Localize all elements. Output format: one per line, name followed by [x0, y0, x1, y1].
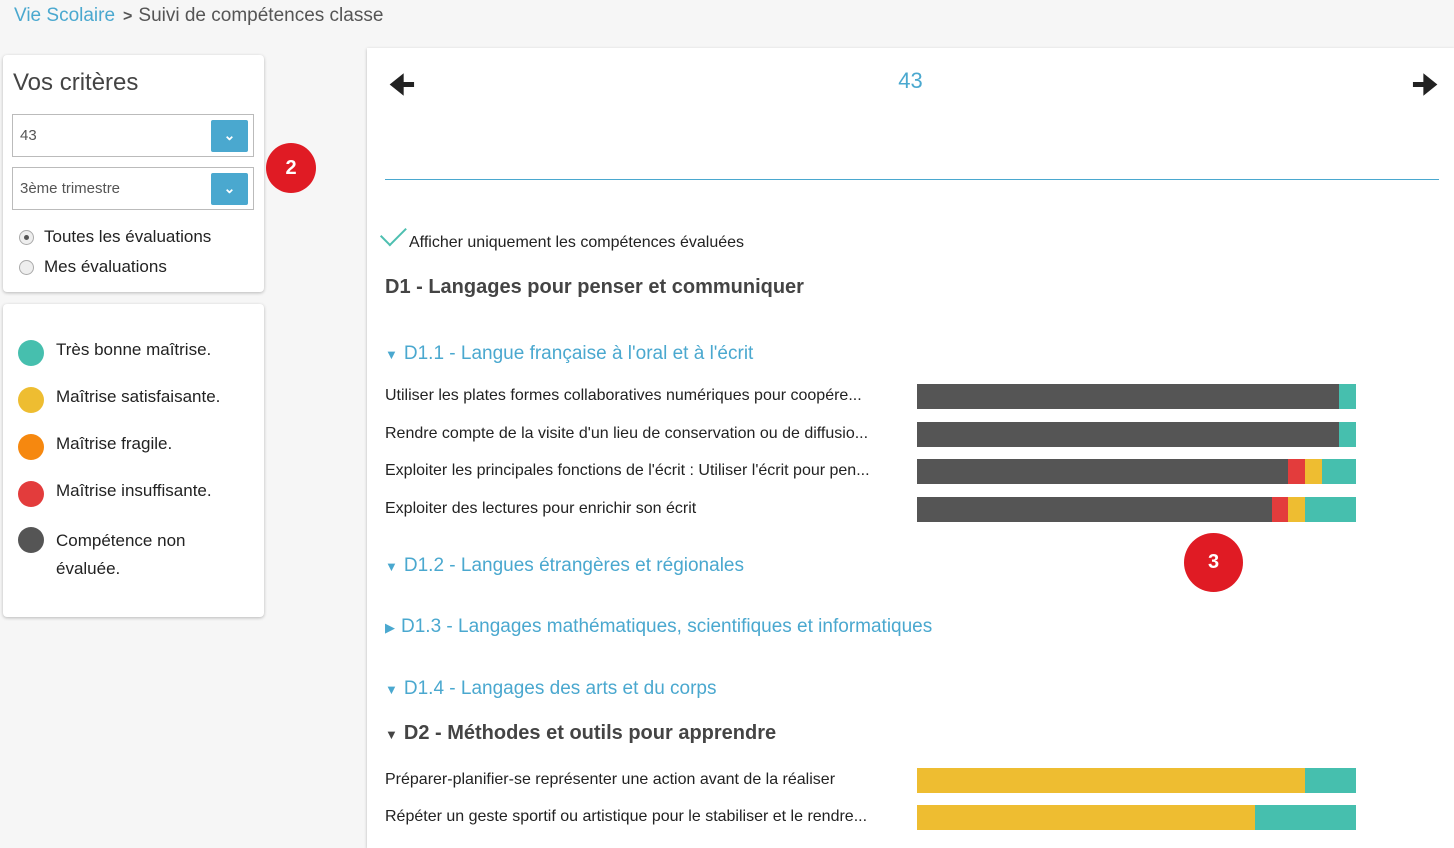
bar-segment-non	[917, 384, 1340, 409]
caret-down-icon: ▼	[385, 347, 398, 362]
bar-segment-tres	[1305, 496, 1356, 522]
checkmark-icon	[379, 219, 407, 247]
caret-down-icon: ▼	[385, 559, 398, 574]
bar-segment-insuf	[1288, 459, 1306, 484]
bar-segment-tres	[1322, 459, 1356, 484]
legend-label: Maîtrise fragile.	[56, 434, 173, 453]
competence-bar[interactable]	[917, 768, 1356, 793]
legend-item: Maîtrise insuffisante.	[18, 481, 212, 507]
subdomain-label: D1.3 - Langages mathématiques, scientifi…	[401, 616, 933, 637]
grey-dot-icon	[18, 527, 44, 553]
criteria-panel: Vos critères 43 ⌄ 3ème trimestre ⌄ Toutes …	[3, 55, 264, 292]
filter-label: Afficher uniquement les compétences éval…	[409, 234, 745, 251]
breadcrumb-current: Suivi de compétences classe	[138, 5, 384, 26]
bar-segment-tres	[1305, 768, 1356, 793]
bar-segment-non	[917, 496, 1272, 522]
legend-item: Compétence non évaluée.	[18, 527, 218, 583]
class-select[interactable]: 43 ⌄	[12, 114, 254, 157]
subdomain-toggle[interactable]: ▼ D1.2 - Langues étrangères et régionales	[385, 555, 744, 577]
chevron-down-icon[interactable]: ⌄	[211, 120, 248, 152]
breadcrumb-root-link[interactable]: Vie Scolaire	[14, 5, 115, 26]
competence-label: Utiliser les plates formes collaborative…	[385, 387, 862, 404]
arrow-right-icon[interactable]: 🠊	[1412, 64, 1438, 112]
legend-label: Compétence non évaluée.	[56, 531, 186, 578]
subdomain-label: D1.1 - Langue française à l'oral et à l'…	[403, 343, 754, 364]
competence-label: Exploiter les principales fonctions de l…	[385, 462, 870, 479]
bar-segment-non	[917, 421, 1340, 447]
bar-segment-non	[917, 459, 1289, 484]
radio-my-evaluations[interactable]: Mes évaluations	[19, 257, 167, 277]
competence-bar[interactable]	[917, 459, 1356, 484]
subdomain-label: D1.4 - Langages des arts et du corps	[403, 678, 717, 699]
legend-label: Maîtrise insuffisante.	[56, 481, 212, 500]
legend-label: Très bonne maîtrise.	[56, 340, 212, 359]
radio-label: Mes évaluations	[44, 257, 167, 276]
legend-item: Maîtrise satisfaisante.	[18, 387, 220, 413]
chevron-down-icon[interactable]: ⌄	[211, 173, 248, 205]
competence-bar[interactable]	[917, 496, 1356, 522]
radio-button[interactable]	[19, 229, 34, 245]
legend-panel: Très bonne maîtrise. Maîtrise satisfaisa…	[3, 304, 264, 617]
bar-segment-satis	[1305, 459, 1323, 484]
caret-down-icon: ▼	[385, 682, 398, 697]
bar-segment-tres	[1339, 421, 1356, 447]
legend-item: Maîtrise fragile.	[18, 434, 172, 460]
subdomain-toggle[interactable]: ▼ D1.1 - Langue française à l'oral et à l…	[385, 343, 753, 365]
domain-label: D2 - Méthodes et outils pour apprendre	[403, 722, 777, 744]
bar-segment-satis	[1288, 496, 1306, 522]
competence-label: Préparer-planifier-se représenter une ac…	[385, 771, 836, 788]
red-dot-icon	[18, 481, 44, 507]
caret-right-icon: ▶	[385, 620, 395, 635]
competence-label: Répéter un geste sportif ou artistique p…	[385, 808, 868, 825]
class-title: 43	[898, 68, 923, 93]
legend-label: Maîtrise satisfaisante.	[56, 387, 221, 406]
subdomain-toggle[interactable]: ▼ D1.4 - Langages des arts et du corps	[385, 678, 717, 700]
main-panel: 🠈 43 🠊 Afficher uniquement les compétenc…	[367, 48, 1454, 848]
competence-bar[interactable]	[917, 421, 1356, 447]
bar-segment-tres	[1339, 384, 1356, 409]
caret-down-icon: ▼	[385, 727, 398, 742]
period-select[interactable]: 3ème trimestre ⌄	[12, 167, 254, 210]
subdomain-toggle[interactable]: ▶ D1.3 - Langages mathématiques, scientif…	[385, 616, 932, 638]
orange-dot-icon	[18, 434, 44, 460]
teal-dot-icon	[18, 340, 44, 366]
yellow-dot-icon	[18, 387, 44, 413]
chevron-right-icon: >	[123, 8, 133, 25]
competence-label: Exploiter des lectures pour enrichir son…	[385, 499, 697, 517]
legend-item: Très bonne maîtrise.	[18, 340, 211, 366]
bar-segment-tres	[1254, 805, 1356, 830]
annotation-badge: 2	[266, 143, 316, 193]
bar-segment-satis	[917, 805, 1255, 830]
subdomain-label: D1.2 - Langues étrangères et régionales	[403, 555, 744, 576]
period-select-value: 3ème trimestre	[20, 180, 121, 197]
bar-segment-satis	[917, 768, 1306, 793]
class-select-value: 43	[20, 127, 37, 144]
radio-button[interactable]	[19, 259, 34, 275]
competence-bar[interactable]	[917, 805, 1356, 830]
radio-label: Toutes les évaluations	[44, 227, 212, 246]
annotation-badge: 3	[1184, 533, 1243, 592]
bar-segment-insuf	[1271, 496, 1289, 522]
criteria-title: Vos critères	[13, 69, 139, 96]
domain-toggle[interactable]: ▼ D2 - Méthodes et outils pour apprendre	[385, 722, 776, 745]
competence-label: Rendre compte de la visite d'un lieu de …	[385, 424, 869, 442]
radio-all-evaluations[interactable]: Toutes les évaluations	[19, 227, 211, 247]
breadcrumb: Vie Scolaire > Suivi de compétences classe	[14, 5, 383, 27]
competence-bar[interactable]	[917, 384, 1356, 409]
filter-evaluated-checkbox[interactable]: Afficher uniquement les compétences éval…	[379, 219, 745, 252]
domain-heading: D1 - Langages pour penser et communiquer	[385, 276, 804, 298]
divider	[385, 179, 1439, 180]
